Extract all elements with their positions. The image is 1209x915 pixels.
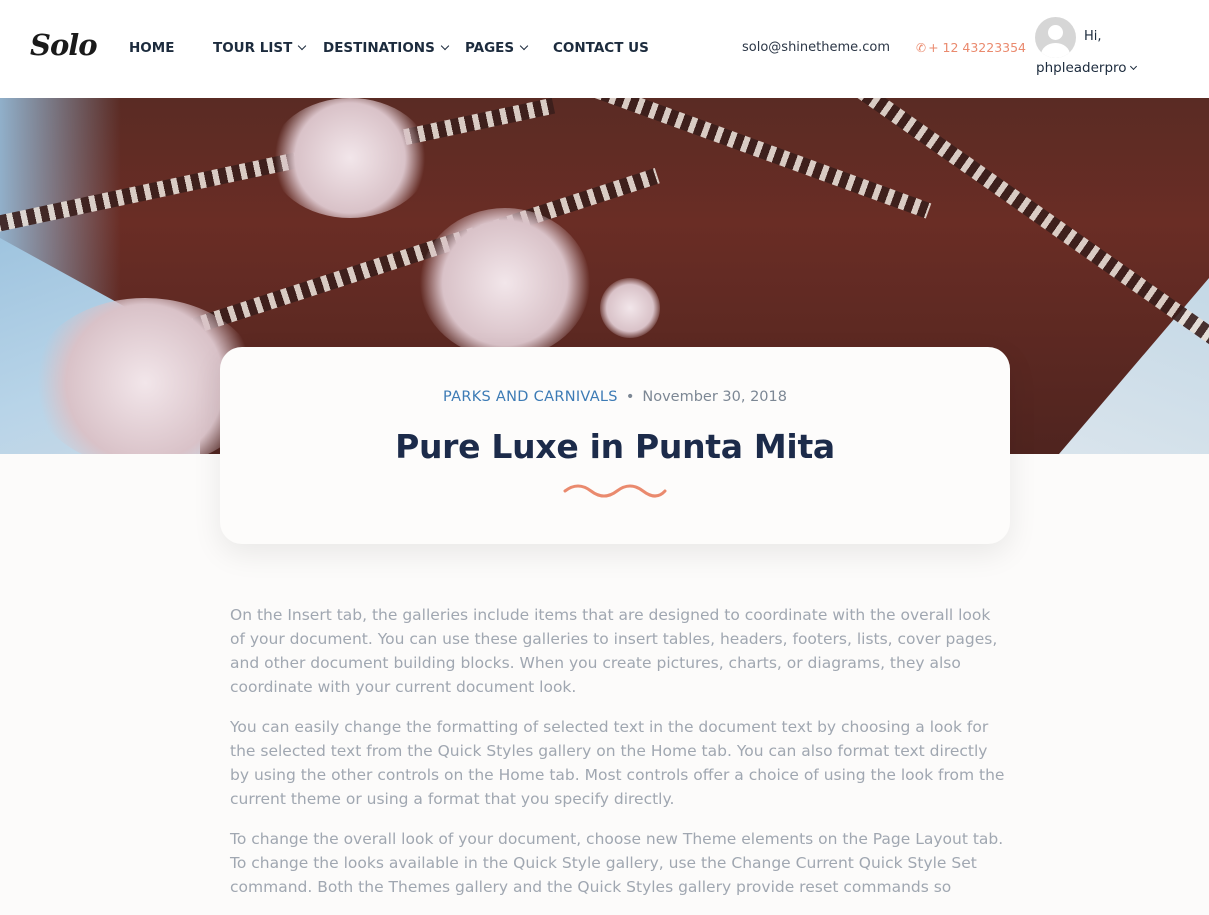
hero-roof-eave — [568, 98, 932, 219]
username-label: phpleaderpro — [1036, 60, 1127, 76]
contact-email-link[interactable]: solo@shinetheme.com — [742, 40, 890, 55]
chevron-down-icon — [440, 41, 450, 51]
nav-item-pages[interactable]: PAGES — [465, 40, 529, 56]
chevron-down-icon — [1129, 62, 1137, 71]
nav-item-label: DESTINATIONS — [323, 40, 435, 56]
chevron-down-icon — [298, 41, 307, 51]
site-header: Solo HOME TOUR LIST DESTINATIONS PAGES C… — [0, 0, 1209, 98]
user-menu-toggle[interactable]: phpleaderpro — [1036, 60, 1137, 76]
post-category-link[interactable]: PARKS AND CARNIVALS — [443, 389, 618, 405]
nav-item-label: CONTACT US — [553, 40, 649, 56]
user-avatar[interactable] — [1035, 17, 1076, 58]
nav-item-home[interactable]: HOME — [129, 40, 174, 56]
hero-blossom — [420, 208, 590, 358]
post-date: November 30, 2018 — [642, 389, 787, 405]
hero-sky-right — [1059, 278, 1209, 454]
hero-blossom — [600, 278, 660, 338]
wave-divider-icon — [563, 484, 667, 498]
nav-item-label: HOME — [129, 40, 175, 56]
post-paragraph: To change the overall look of your docum… — [230, 830, 1004, 896]
nav-item-destinations[interactable]: DESTINATIONS — [323, 40, 450, 56]
nav-item-label: TOUR LIST — [213, 40, 293, 56]
avatar-placeholder-icon — [1048, 25, 1063, 40]
post-header-card: PARKS AND CARNIVALS • November 30, 2018 Pu… — [220, 347, 1010, 544]
nav-item-contact-us[interactable]: CONTACT US — [553, 40, 649, 56]
meta-separator: • — [625, 389, 635, 405]
phone-number: + 12 43223354 — [928, 40, 1027, 55]
post-meta: PARKS AND CARNIVALS • November 30, 2018 — [220, 389, 1010, 405]
phone-icon: ✆ — [916, 41, 927, 55]
hero-roof-eave — [822, 98, 1209, 372]
post-content: On the Insert tab, the galleries include… — [230, 603, 1005, 915]
chevron-down-icon — [519, 41, 529, 51]
nav-item-label: PAGES — [465, 40, 515, 56]
post-paragraph: On the Insert tab, the galleries include… — [230, 606, 998, 696]
avatar-placeholder-body — [1041, 43, 1070, 58]
post-title: Pure Luxe in Punta Mita — [395, 427, 835, 466]
user-greeting: Hi, — [1084, 29, 1102, 44]
post-paragraph: You can easily change the formatting of … — [230, 718, 1005, 808]
site-logo[interactable]: Solo — [30, 28, 98, 62]
nav-item-tour-list[interactable]: TOUR LIST — [213, 40, 307, 56]
contact-phone-link[interactable]: ✆ + 12 43223354 — [916, 40, 1026, 55]
hero-blossom — [270, 98, 430, 218]
